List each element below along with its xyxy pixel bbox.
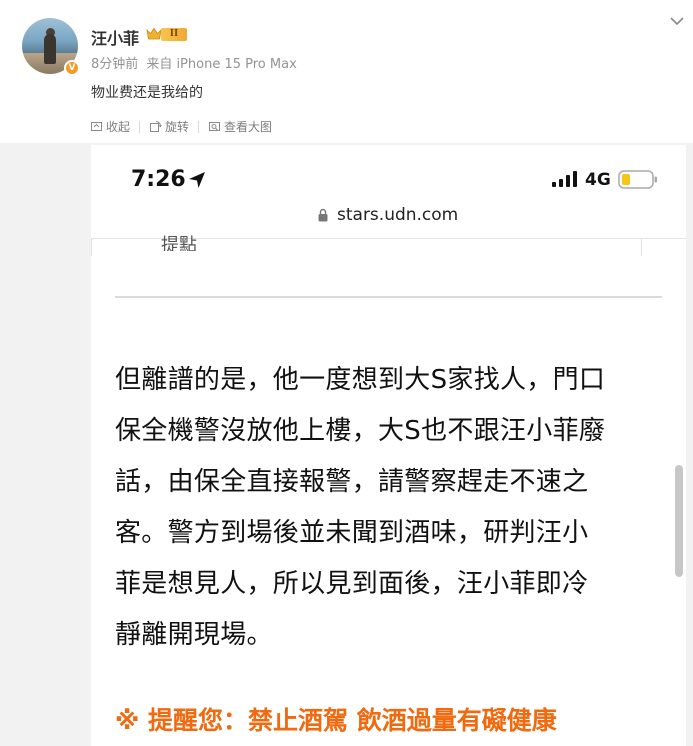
content-edge-left — [91, 238, 92, 256]
image-toolbar: 收起 旋转 查看大图 — [90, 118, 272, 135]
avatar-figure-body — [44, 34, 56, 64]
status-time: 7:26 — [131, 167, 186, 192]
drinking-warning: ※ 提醒您：禁止酒駕 飲酒過量有礙健康 — [115, 706, 557, 735]
battery-icon — [618, 170, 657, 189]
post-time[interactable]: 8分钟前 — [91, 57, 138, 72]
scrollbar-thumb[interactable] — [675, 465, 683, 577]
rotate-icon — [150, 121, 162, 132]
cellular-signal-icon — [552, 171, 577, 187]
article-line: 話，由保全直接報警，請警察趕走不速之 — [115, 467, 589, 497]
attached-screenshot[interactable]: 7:26 4G stars.udn.com 提點 但離譜的是，他一度想到大S家找… — [91, 145, 686, 746]
toolbar-divider — [198, 120, 200, 133]
collapse-label: 收起 — [106, 120, 131, 134]
article-line: 靜離開現場。 — [115, 620, 273, 650]
toolbar-divider — [139, 120, 141, 133]
chevron-down-icon[interactable] — [669, 16, 685, 26]
rotate-label: 旋转 — [165, 120, 190, 134]
article-line: 客。警方到場後並未聞到酒味，研判汪小 — [115, 518, 589, 548]
crown-icon — [146, 27, 162, 40]
collapse-icon — [91, 122, 102, 131]
level-badge: II — [161, 28, 187, 41]
post-meta: 8分钟前 来自 iPhone 15 Pro Max — [91, 53, 301, 72]
article-line: 菲是想見人，所以見到面後，汪小菲即冷 — [115, 569, 589, 599]
article-line: 保全機警沒放他上樓，大S也不跟汪小菲廢 — [115, 416, 606, 446]
content-edge-right — [641, 238, 642, 256]
rotate-button[interactable]: 旋转 — [149, 118, 189, 135]
view-large-label: 查看大图 — [224, 120, 273, 134]
post-device: iPhone 15 Pro Max — [176, 57, 297, 72]
network-type: 4G — [585, 170, 611, 190]
previous-text-fragment: 提點 — [161, 235, 197, 251]
location-arrow-icon — [189, 172, 205, 188]
article-line: 但離譜的是，他一度想到大S家找人，門口 — [115, 365, 606, 395]
weibo-post: V 汪小菲 II 8分钟前 来自 iPhone 15 Pro Max 物业费还是我… — [0, 0, 693, 746]
collapse-button[interactable]: 收起 — [90, 118, 130, 135]
verified-badge: V — [64, 60, 80, 76]
lock-icon — [318, 208, 328, 222]
post-text: 物业费还是我给的 — [91, 85, 203, 101]
view-large-button[interactable]: 查看大图 — [208, 118, 272, 135]
article-body: 但離譜的是，他一度想到大S家找人，門口 保全機警沒放他上樓，大S也不跟汪小菲廢 … — [115, 355, 645, 661]
post-source-prefix: 来自 — [146, 57, 173, 72]
username[interactable]: 汪小菲 — [91, 25, 139, 49]
url-bar: stars.udn.com — [337, 205, 459, 225]
view-large-icon — [209, 122, 221, 131]
section-divider — [115, 296, 662, 298]
